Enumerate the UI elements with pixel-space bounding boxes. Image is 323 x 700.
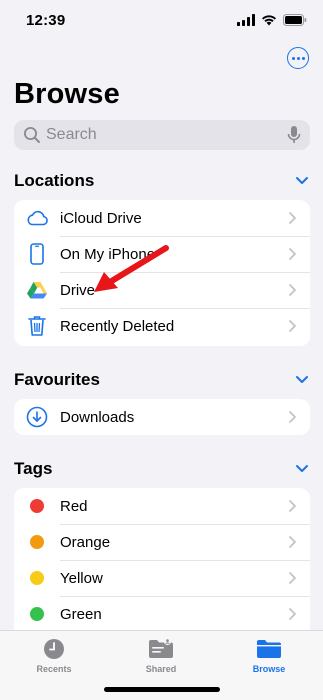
chevron-right-icon (289, 411, 296, 423)
google-drive-icon (27, 282, 47, 299)
trash-icon (28, 316, 46, 336)
chevron-right-icon (289, 536, 296, 548)
chevron-down-icon (296, 177, 308, 184)
tag-item-orange[interactable]: Orange (14, 524, 310, 560)
section-title-favourites: Favourites (14, 370, 100, 389)
clock-icon (44, 639, 64, 659)
tab-recents[interactable]: Recents (14, 637, 94, 674)
location-item-recently-deleted[interactable]: Recently Deleted (14, 308, 310, 344)
chevron-right-icon (289, 212, 296, 224)
location-item-icloud-drive[interactable]: iCloud Drive (14, 200, 310, 236)
chevron-right-icon (289, 608, 296, 620)
yellow-tag-dot (30, 571, 44, 585)
page-title: Browse (14, 78, 120, 110)
status-bar: 12:39 (0, 0, 323, 44)
tag-item-red[interactable]: Red (14, 488, 310, 524)
favourite-item-downloads[interactable]: Downloads (14, 399, 310, 435)
tag-item-green[interactable]: Green (14, 596, 310, 632)
red-arrow-annotation (94, 245, 169, 292)
home-indicator[interactable] (104, 687, 220, 692)
tab-label: Recents (36, 664, 72, 674)
tab-shared[interactable]: Shared (121, 637, 201, 674)
section-title-locations: Locations (14, 171, 95, 190)
microphone-icon[interactable] (286, 125, 302, 145)
location-label: iCloud Drive (60, 209, 142, 227)
tags-list: Red Orange Yellow Green (14, 488, 310, 634)
locations-section-header[interactable]: Locations (14, 170, 310, 192)
favourite-label: Downloads (60, 408, 135, 426)
tab-browse[interactable]: Browse (229, 637, 309, 674)
red-tag-dot (30, 499, 44, 513)
favourites-section-header[interactable]: Favourites (14, 369, 310, 391)
chevron-right-icon (289, 500, 296, 512)
shared-folder-icon (149, 638, 173, 658)
tag-label: Green (60, 605, 102, 623)
tag-label: Orange (60, 533, 111, 551)
section-title-tags: Tags (14, 459, 53, 478)
chevron-right-icon (289, 572, 296, 584)
tag-item-yellow[interactable]: Yellow (14, 560, 310, 596)
tag-label: Red (60, 497, 88, 515)
favourites-list: Downloads (14, 399, 310, 435)
folder-icon (257, 640, 281, 658)
chevron-down-icon (296, 376, 308, 383)
wifi-icon (262, 15, 276, 26)
chevron-right-icon (289, 284, 296, 296)
iphone-icon (30, 243, 44, 265)
more-options-button[interactable] (287, 47, 309, 69)
tags-section-header[interactable]: Tags (14, 458, 310, 480)
icloud-icon (27, 210, 48, 226)
tab-label: Browse (252, 664, 286, 674)
status-time: 12:39 (26, 12, 66, 29)
chevron-right-icon (289, 248, 296, 260)
search-input[interactable] (46, 126, 286, 144)
cellular-signal-icon (237, 14, 255, 26)
search-bar[interactable] (14, 120, 310, 150)
tag-label: Yellow (60, 569, 103, 587)
chevron-down-icon (296, 465, 308, 472)
search-icon (24, 127, 40, 143)
download-icon (26, 406, 48, 428)
orange-tag-dot (30, 535, 44, 549)
tab-label: Shared (145, 664, 177, 674)
location-label: Recently Deleted (60, 317, 175, 335)
battery-icon (283, 14, 307, 26)
ellipsis-icon (291, 56, 295, 60)
green-tag-dot (30, 607, 44, 621)
status-icons (237, 14, 307, 26)
chevron-right-icon (289, 320, 296, 332)
